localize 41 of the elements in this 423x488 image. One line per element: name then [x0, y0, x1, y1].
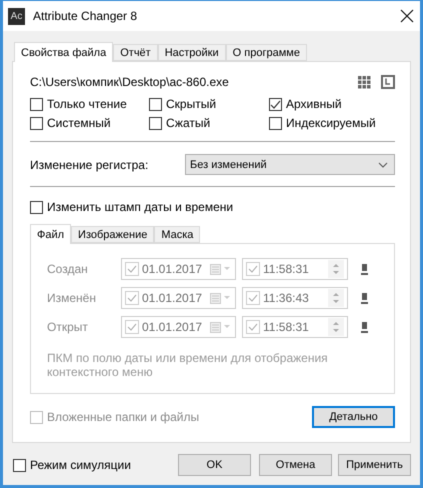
attribute-checkbox[interactable]: Индексируемый — [269, 116, 395, 130]
calendar-icon[interactable] — [210, 322, 232, 332]
case-dropdown[interactable]: Без изменений — [185, 154, 395, 175]
attribute-checkbox[interactable]: Архивный — [269, 97, 395, 111]
file-path: C:\Users\компик\Desktop\ac-860.exe — [30, 75, 230, 89]
bar-icon[interactable] — [361, 292, 368, 304]
date-label: Изменён — [47, 291, 97, 305]
dialog-button[interactable]: Применить — [338, 454, 411, 476]
tab[interactable]: Свойства файла — [14, 42, 114, 62]
window-title: Attribute Changer 8 — [33, 9, 138, 23]
date-label: Создан — [47, 262, 89, 276]
timestamp-checkbox[interactable]: Изменить штамп даты и времени — [30, 200, 395, 214]
attribute-checkbox[interactable]: Только чтение — [30, 97, 149, 111]
tab[interactable]: Отчёт — [113, 44, 158, 61]
bar-icon[interactable] — [361, 264, 368, 274]
spin-arrows-icon[interactable] — [328, 289, 344, 307]
check-icon — [270, 98, 281, 110]
close-icon[interactable] — [400, 9, 414, 23]
date-label: Открыт — [47, 320, 89, 334]
grid-icon[interactable] — [358, 76, 371, 88]
bar-icon[interactable] — [361, 322, 368, 332]
attribute-checkbox[interactable]: Сжатый — [149, 116, 269, 130]
tab[interactable]: Изображение — [71, 226, 154, 243]
calendar-icon[interactable] — [210, 264, 232, 274]
hint-text: ПКМ по полю даты или времени для отображения контекстного меню — [47, 351, 329, 379]
dialog-button[interactable]: OK — [178, 454, 251, 476]
app-icon: Ac — [8, 8, 25, 24]
calendar-icon[interactable] — [210, 292, 232, 304]
tab[interactable]: О программе — [226, 44, 307, 61]
simulation-checkbox[interactable]: Режим симуляции — [13, 458, 131, 472]
case-label: Изменение регистра: — [30, 158, 148, 172]
tab[interactable]: Маска — [154, 226, 200, 243]
spin-arrows-icon[interactable] — [328, 318, 344, 336]
chevron-down-icon — [378, 162, 388, 168]
tab[interactable]: Файл — [30, 224, 72, 244]
attribute-checkbox[interactable]: Скрытый — [149, 97, 269, 111]
attribute-checkbox[interactable]: Системный — [30, 116, 149, 130]
details-button[interactable]: Детально — [312, 406, 395, 428]
dialog-button[interactable]: Отмена — [259, 454, 332, 476]
spin-arrows-icon[interactable] — [328, 260, 344, 278]
tab[interactable]: Настройки — [158, 44, 226, 61]
